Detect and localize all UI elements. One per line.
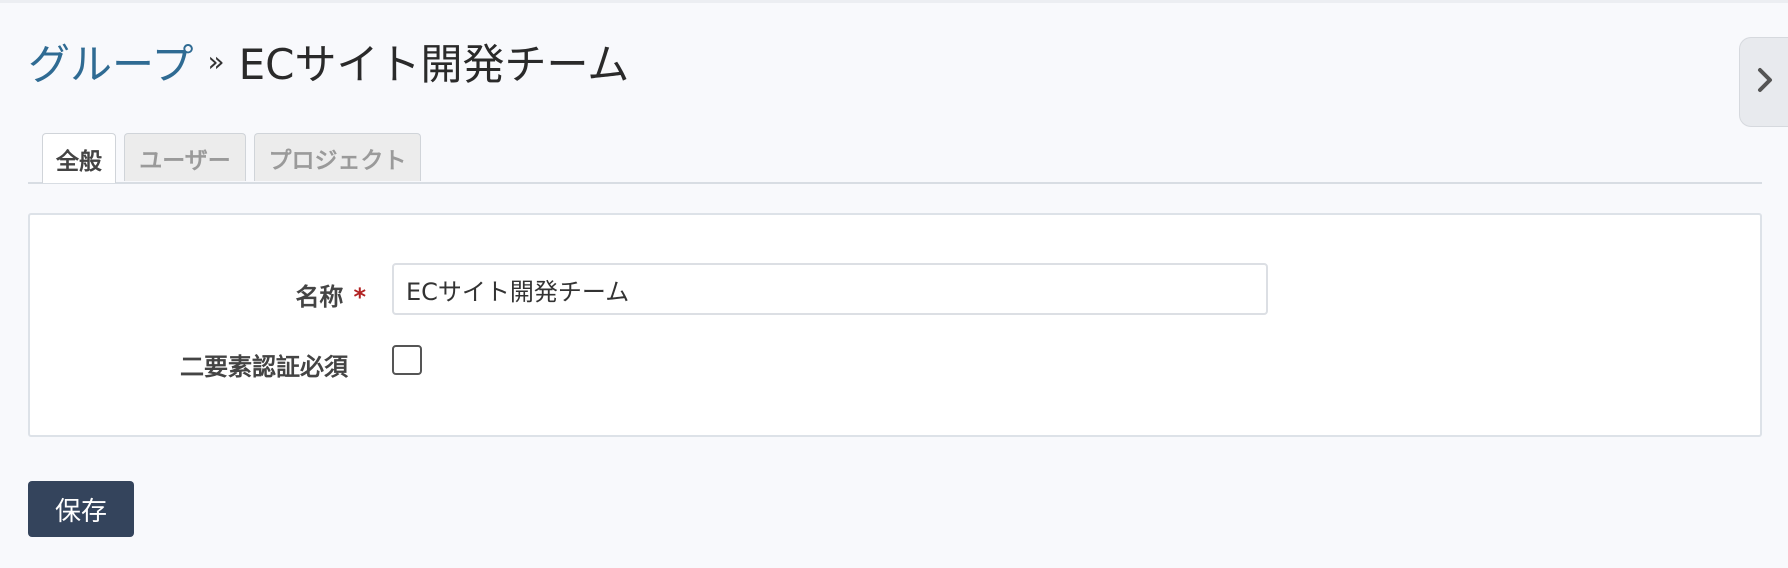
- tab-projects[interactable]: プロジェクト: [254, 133, 421, 181]
- twofa-field-label: 二要素認証必須: [180, 353, 348, 381]
- required-indicator: *: [353, 283, 366, 311]
- chevron-right-icon: [1755, 65, 1775, 99]
- breadcrumb-separator: »: [207, 44, 225, 78]
- save-button[interactable]: 保存: [28, 481, 134, 537]
- sidebar-toggle-button[interactable]: [1739, 37, 1788, 127]
- page-title: ECサイト開発チーム: [238, 39, 630, 89]
- general-settings-form: 名称 * 二要素認証必須: [28, 213, 1762, 437]
- name-label-text: 名称: [295, 283, 344, 311]
- tab-bar: 全般 ユーザー プロジェクト: [28, 133, 1762, 184]
- tab-general[interactable]: 全般: [42, 133, 116, 183]
- name-input[interactable]: [392, 263, 1268, 315]
- name-field-label: 名称 *: [295, 277, 366, 312]
- tab-users[interactable]: ユーザー: [124, 133, 246, 181]
- breadcrumb-link-groups[interactable]: グループ: [28, 31, 193, 92]
- twofa-required-checkbox[interactable]: [392, 345, 422, 375]
- breadcrumb: グループ » ECサイト開発チーム: [28, 31, 629, 91]
